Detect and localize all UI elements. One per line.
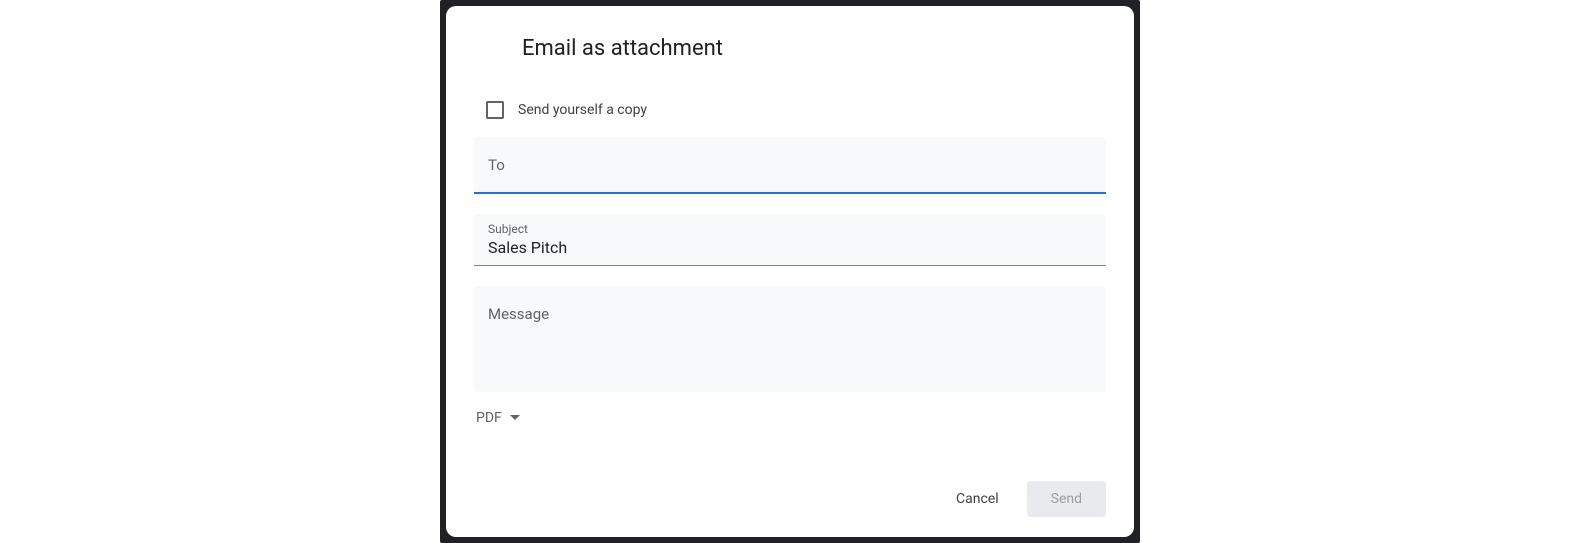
- dialog-content: Send yourself a copy To Subject Message …: [474, 101, 1106, 436]
- format-selector[interactable]: PDF: [476, 410, 1106, 426]
- dialog-title: Email as attachment: [522, 36, 1106, 61]
- send-copy-checkbox[interactable]: [486, 101, 504, 119]
- message-field[interactable]: Message: [474, 286, 1106, 392]
- chevron-down-icon: [510, 415, 520, 421]
- cancel-button[interactable]: Cancel: [946, 483, 1009, 515]
- subject-field[interactable]: Subject: [474, 214, 1106, 266]
- subject-label: Subject: [488, 222, 1092, 236]
- to-label: To: [488, 156, 505, 174]
- send-copy-label: Send yourself a copy: [518, 102, 647, 118]
- dialog-frame: Email as attachment Send yourself a copy…: [440, 0, 1140, 543]
- message-placeholder: Message: [488, 305, 549, 323]
- subject-input[interactable]: [488, 238, 1092, 257]
- to-field[interactable]: To: [474, 137, 1106, 194]
- email-attachment-dialog: Email as attachment Send yourself a copy…: [446, 6, 1134, 537]
- send-copy-row: Send yourself a copy: [486, 101, 1106, 119]
- format-label: PDF: [476, 410, 502, 426]
- dialog-actions: Cancel Send: [946, 481, 1106, 517]
- send-button[interactable]: Send: [1027, 481, 1106, 517]
